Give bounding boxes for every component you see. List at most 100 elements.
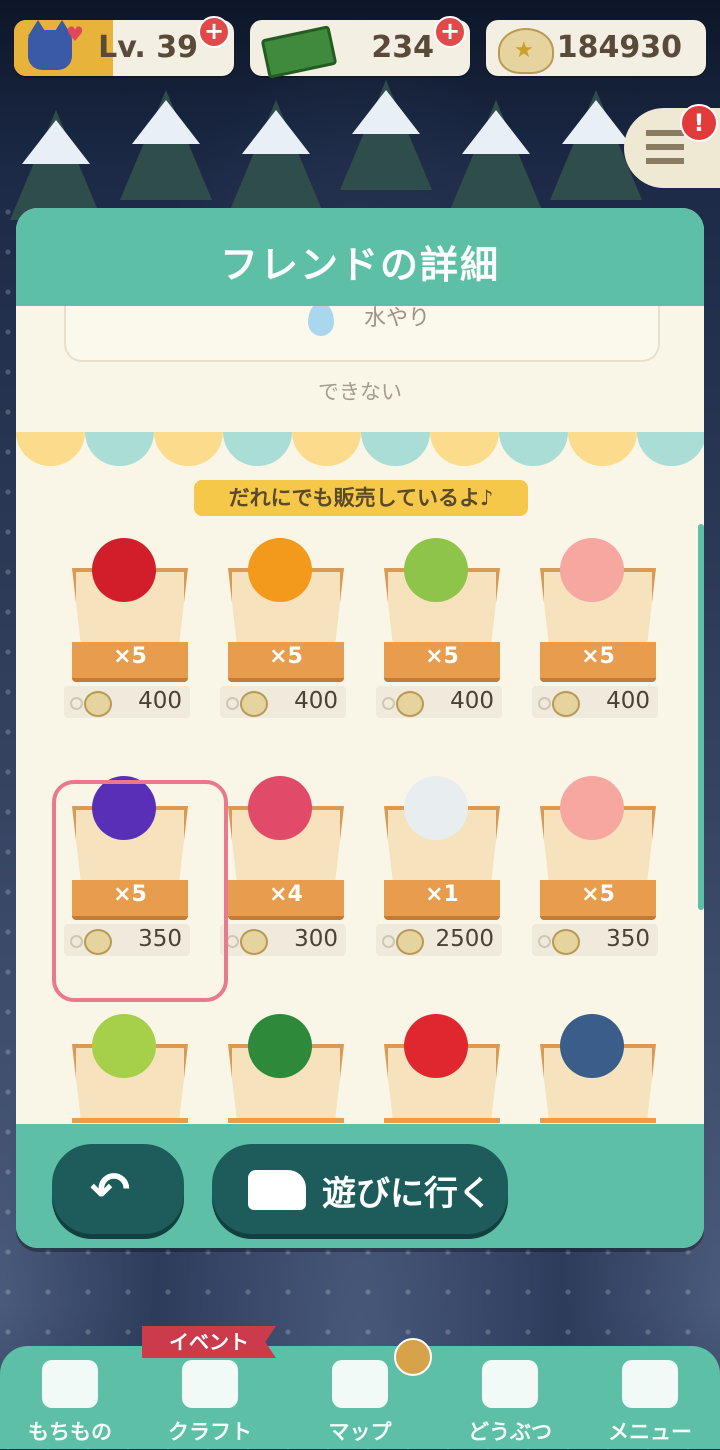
ticket-icon [260, 25, 338, 79]
item-price: 400 [294, 688, 338, 714]
nav-item-inventory[interactable]: もちもの [0, 1360, 140, 1446]
awning-scallop [223, 432, 292, 466]
camper-van-icon [248, 1170, 306, 1210]
scrollbar[interactable] [698, 524, 704, 910]
tuna-icon [560, 1014, 624, 1078]
item-price: 300 [294, 926, 338, 952]
menu-icon [646, 130, 684, 164]
shop-item-pufferfish[interactable]: ×1 2500 [376, 776, 526, 966]
tickets-panel[interactable]: 234 + [250, 16, 470, 79]
item-highlight-circle [52, 780, 228, 1002]
bell-bag-icon [84, 691, 112, 717]
item-quantity: ×5 [581, 644, 615, 669]
nav-item-menu[interactable]: メニュー [580, 1360, 720, 1446]
bottom-nav: もちもの クラフト マップ どうぶつ メニュー [0, 1346, 720, 1449]
shop-item-cherry[interactable]: ×5 400 [64, 538, 214, 728]
nav-label: マップ [328, 1420, 392, 1444]
back-arrow-icon: ↶ [90, 1162, 131, 1218]
modal-header: フレンドの詳細 [16, 208, 704, 306]
heart-icon: ♥ [66, 22, 84, 46]
tickets-count: 234 [371, 30, 434, 65]
shop-item-pear[interactable] [64, 1014, 214, 1123]
awning-scallop [637, 432, 704, 466]
tree [10, 110, 102, 220]
shop-awning [16, 432, 704, 466]
pear-icon [404, 538, 468, 602]
map-icon [332, 1360, 388, 1408]
bell-bag-icon: ★ [498, 28, 554, 74]
price-tag: 350 [532, 924, 658, 956]
item-price: 350 [606, 926, 650, 952]
event-tag: イベント [142, 1326, 276, 1358]
alert-badge: ! [680, 104, 718, 142]
modal-title: フレンドの詳細 [219, 243, 500, 287]
tree [450, 100, 542, 210]
water-drop-icon [308, 302, 334, 336]
shop-item-apple[interactable] [376, 1014, 526, 1123]
item-price: 400 [138, 688, 182, 714]
tree [120, 90, 212, 200]
tree [340, 80, 432, 190]
pear-icon [92, 1014, 156, 1078]
price-tag: 400 [532, 686, 658, 718]
awning-scallop [568, 432, 637, 466]
item-quantity: ×5 [581, 882, 615, 907]
nav-label: どうぶつ [468, 1420, 552, 1444]
bell-bag-icon [552, 691, 580, 717]
nav-label: クラフト [168, 1420, 252, 1444]
beetle-icon [248, 1014, 312, 1078]
awning-scallop [16, 432, 85, 466]
visit-button[interactable]: 遊びに行く [212, 1144, 508, 1234]
nav-item-animals[interactable]: どうぶつ [440, 1360, 580, 1446]
level-panel[interactable]: ♥ Lv. 39 + [14, 16, 234, 76]
bell-bag-icon [240, 691, 268, 717]
bells-panel: ★ 184930 [486, 20, 706, 76]
cherry-icon [92, 538, 156, 602]
shop-item-peach[interactable]: ×5 350 [532, 776, 682, 966]
grid-icon [622, 1360, 678, 1408]
awning-scallop [85, 432, 154, 466]
level-label: Lv. 39 [98, 30, 198, 65]
item-quantity: ×5 [269, 644, 303, 669]
back-button[interactable]: ↶ [52, 1144, 184, 1234]
nav-label: もちもの [28, 1420, 112, 1444]
friend-detail-modal: 水やり できない フレンドの詳細 だれにでも販売しているよ♪ ×5 400 ×5 40… [16, 208, 704, 1248]
shop-item-coral[interactable]: ×4 300 [220, 776, 370, 966]
shop-item-peach[interactable]: ×5 400 [532, 538, 682, 728]
bell-bag-icon [396, 929, 424, 955]
price-tag: 400 [64, 686, 190, 718]
price-tag: 400 [220, 686, 346, 718]
item-quantity: ×4 [269, 882, 303, 907]
awning-scallop [361, 432, 430, 466]
bell-bag-icon [396, 691, 424, 717]
nav-item-craft[interactable]: クラフト [140, 1360, 280, 1446]
awning-scallop [292, 432, 361, 466]
plus-icon[interactable]: + [198, 16, 230, 48]
coral-icon [248, 776, 312, 840]
item-quantity: ×5 [113, 644, 147, 669]
item-price: 400 [450, 688, 494, 714]
visit-label: 遊びに行く [322, 1174, 492, 1214]
modal-footer: ↶ 遊びに行く [16, 1124, 704, 1248]
tree [230, 100, 322, 210]
shop-item-orange[interactable]: ×5 400 [220, 538, 370, 728]
peach-icon [560, 776, 624, 840]
map-notification-badge [394, 1338, 432, 1376]
awning-scallop [154, 432, 223, 466]
item-price: 400 [606, 688, 650, 714]
sale-banner: だれにでも販売しているよ♪ [194, 480, 528, 516]
plus-icon[interactable]: + [434, 16, 466, 48]
bell-bag-icon [552, 929, 580, 955]
shop-item-pear[interactable]: ×5 400 [376, 538, 526, 728]
shop-item-beetle[interactable] [220, 1014, 370, 1123]
awning-scallop [499, 432, 568, 466]
item-quantity: ×5 [425, 644, 459, 669]
orange-icon [248, 538, 312, 602]
peach-icon [560, 538, 624, 602]
bells-count: 184930 [556, 30, 682, 65]
hammer-icon [182, 1360, 238, 1408]
shop-item-tuna[interactable] [532, 1014, 682, 1123]
price-tag: 2500 [376, 924, 502, 956]
pufferfish-icon [404, 776, 468, 840]
item-price: 2500 [435, 926, 494, 952]
